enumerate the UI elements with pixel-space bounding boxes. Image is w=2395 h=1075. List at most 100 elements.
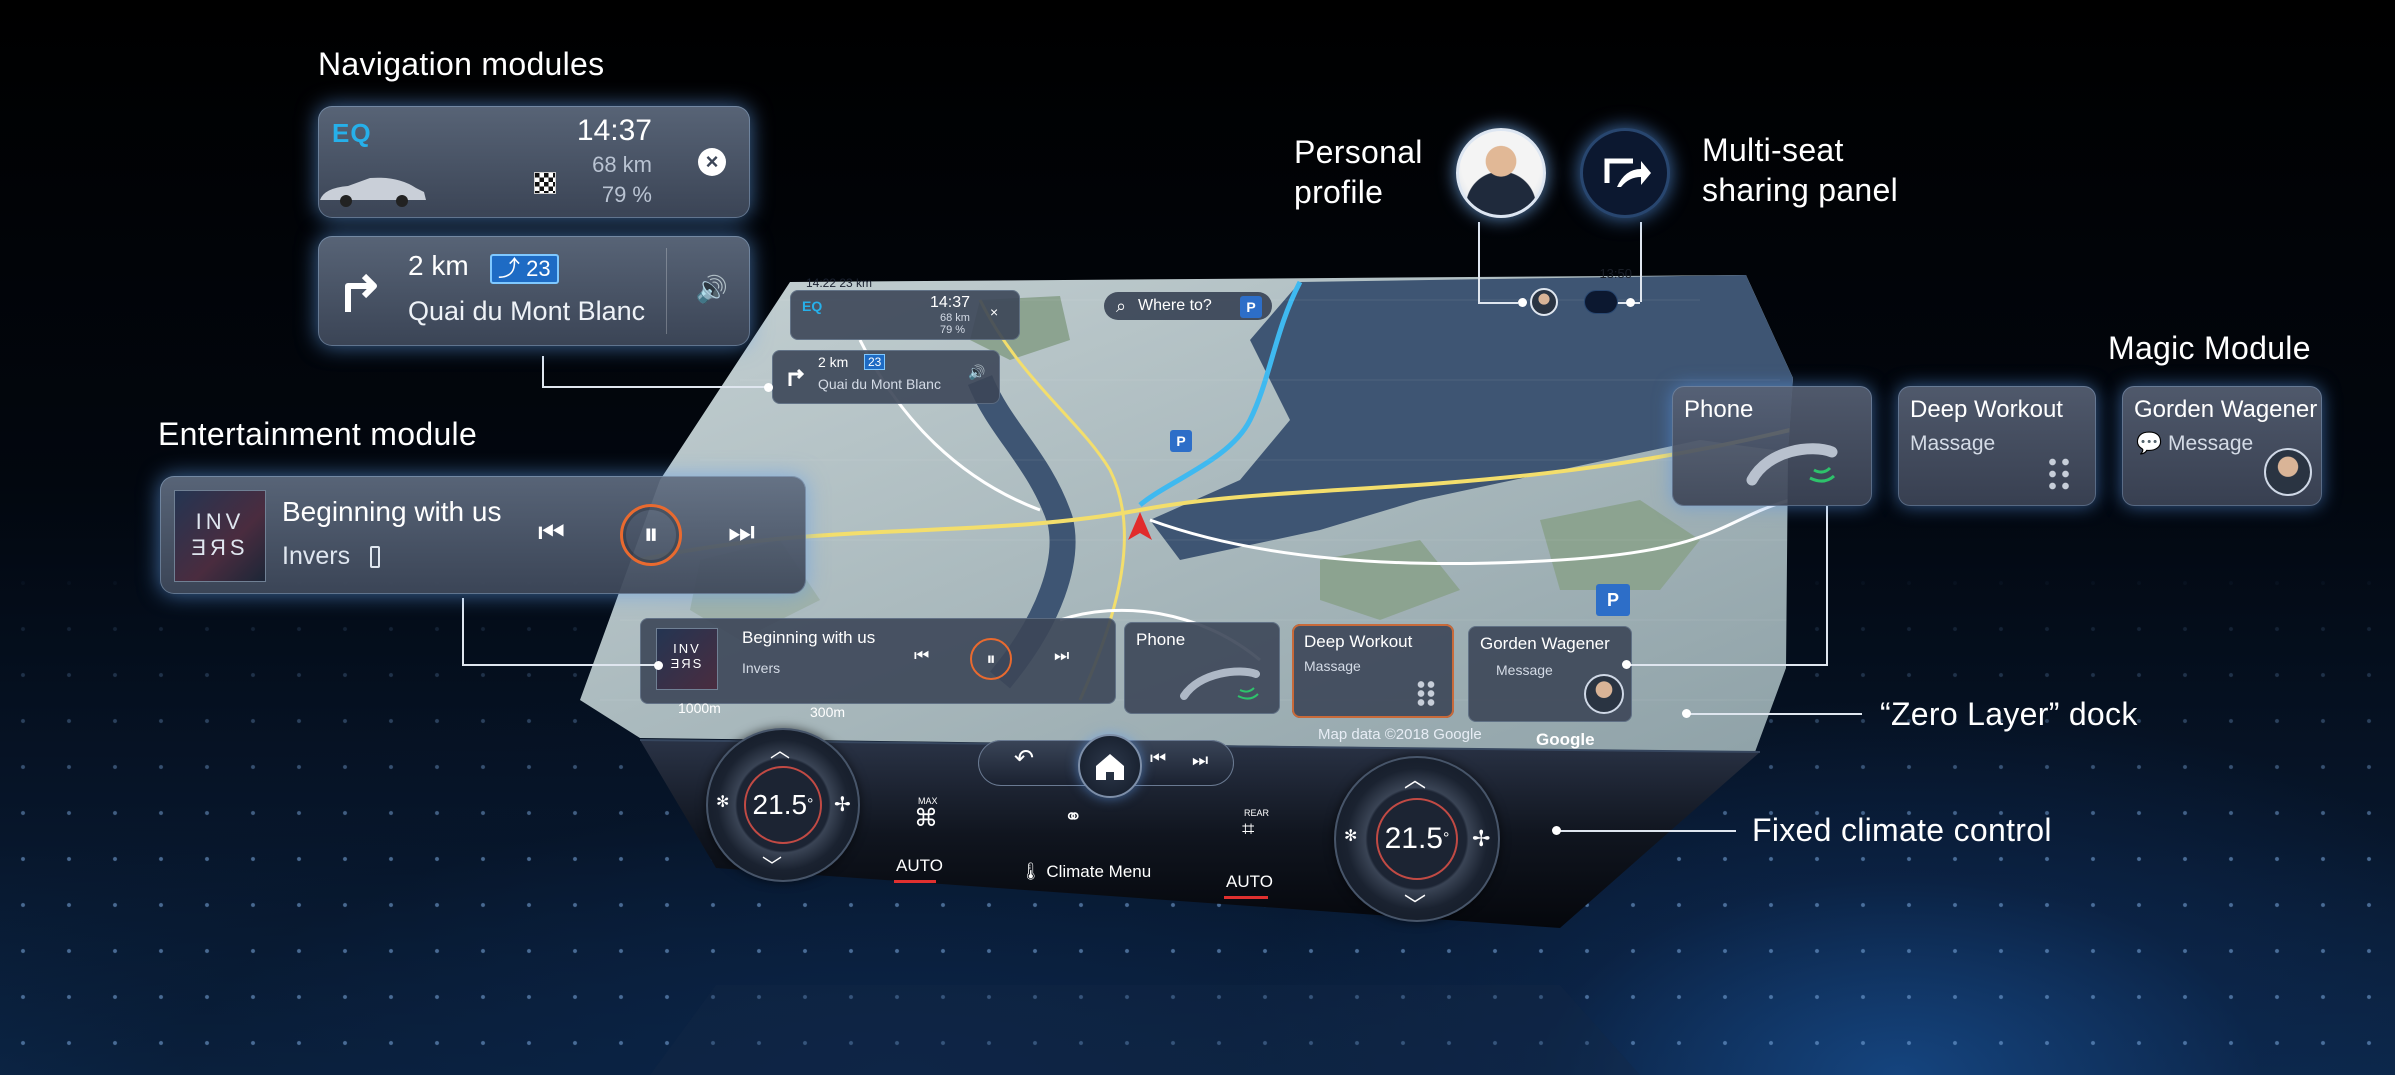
dock-contact-label: Gorden Wagener (1480, 634, 1610, 653)
screen-route-distance: 2 km (818, 354, 849, 370)
callout-entertainment-module: Entertainment module (158, 416, 478, 452)
parking-badge: P (1596, 584, 1630, 616)
temp-up-icon[interactable]: ︿ (1404, 762, 1426, 794)
dock-contact[interactable]: Gorden Wagener Message (1468, 626, 1632, 722)
connector-line (1690, 713, 1862, 715)
left-temp-dial[interactable]: 21.5° ︿ ﹀ ✻ ✢ (706, 728, 860, 882)
grid-dots-icon (2046, 456, 2072, 490)
battery-level: 79 % (601, 182, 652, 207)
message-icon: 💬 (2136, 432, 2168, 455)
screen-nav-time: 14:37 (930, 294, 971, 311)
speaker-icon[interactable]: 🔊 (696, 274, 728, 305)
multi-seat-sharing-button[interactable] (1580, 128, 1670, 218)
eq-logo: EQ (802, 298, 823, 314)
contact-name: Gorden Wagener (2134, 396, 2318, 423)
where-to-label: Where to? (1138, 297, 1212, 314)
nav-route-module[interactable]: 2 km ⤴ 23 Quai du Mont Blanc 🔊 (318, 236, 750, 346)
callout-multi-seat: Multi-seat sharing panel (1702, 130, 1898, 210)
magic-workout-card[interactable]: Deep Workout Massage (1898, 386, 2096, 506)
temp-up-icon[interactable]: ︿ (770, 734, 790, 763)
next-track-icon[interactable]: ⏭ (1192, 750, 1208, 771)
magic-contact-card[interactable]: Gorden Wagener 💬 Message (2122, 386, 2322, 506)
dock-workout-label: Deep Workout (1304, 632, 1413, 651)
degree-sign: ° (807, 796, 814, 813)
dock-entertainment[interactable]: INV ƎЯS Beginning with us Invers ⏮ ⏸ ⏭ (640, 618, 1116, 704)
entertainment-module[interactable]: INV ƎЯS Beginning with us Invers ⏮ ⏸ ⏭ (160, 476, 806, 594)
car-icon (320, 177, 426, 207)
callout-navigation-modules: Navigation modules (318, 46, 605, 82)
left-temp-value: 21.5 (752, 789, 808, 820)
route-street: Quai du Mont Blanc (408, 296, 646, 326)
avatar (2264, 448, 2312, 496)
pause-icon[interactable]: ⏸ (970, 638, 1012, 680)
left-temp-readout: 21.5° (744, 766, 822, 844)
pause-button[interactable]: ⏸ (620, 504, 682, 566)
speaker-icon[interactable]: 🔊 (968, 364, 985, 381)
previous-track-icon[interactable]: ⏮ (538, 516, 565, 550)
back-icon[interactable]: ↶ (1014, 744, 1034, 773)
screen-route-badge: 23 (864, 354, 886, 370)
callout-climate-control: Fixed climate control (1752, 812, 2052, 848)
screen-share-indicator[interactable] (1584, 290, 1618, 314)
right-auto-button[interactable]: AUTO (1226, 872, 1273, 892)
climate-menu-button[interactable]: 🌡 Climate Menu (1020, 862, 1151, 882)
connector-dot (654, 661, 663, 670)
dock-phone[interactable]: Phone (1124, 622, 1280, 714)
parking-badge: P (1170, 430, 1192, 452)
dock-workout-sub: Massage (1304, 658, 1361, 674)
connector-line (1640, 222, 1642, 302)
screen-nav-module[interactable]: EQ 14:37 68 km 79 % × (790, 290, 1020, 340)
map-scale-300: 300m (810, 704, 846, 720)
right-temp-value: 21.5 (1384, 822, 1443, 855)
degree-sign: ° (1442, 830, 1450, 847)
fan-icon[interactable]: ✢ (1472, 826, 1490, 852)
fan-icon[interactable]: ✻ (716, 792, 729, 812)
screen-nav-range: 68 km (940, 312, 970, 324)
previous-track-icon[interactable]: ⏮ (1150, 748, 1166, 769)
temp-down-icon[interactable]: ﹀ (762, 850, 782, 879)
screen-profile-indicator[interactable] (1530, 288, 1558, 316)
car-air-icon[interactable]: ⚭ (1064, 804, 1082, 830)
next-track-icon[interactable]: ⏭ (1054, 646, 1069, 666)
close-icon[interactable]: × (698, 148, 726, 176)
connector-dot (1552, 826, 1561, 835)
left-auto-button[interactable]: AUTO (896, 856, 943, 876)
device-icon (370, 546, 380, 568)
connector-line (542, 356, 544, 386)
eq-logo: EQ (332, 118, 372, 148)
climate-menu-label: Climate Menu (1046, 862, 1152, 881)
phone-label: Phone (1684, 396, 1754, 423)
connector-line (1478, 302, 1518, 304)
defrost-icon[interactable]: ⌘ (914, 804, 938, 833)
callout-magic-module: Magic Module (2108, 330, 2311, 366)
dock-phone-label: Phone (1136, 630, 1186, 649)
dock-workout[interactable]: Deep Workout Massage (1292, 624, 1454, 718)
callout-profile-line: Personal (1294, 134, 1423, 170)
next-track-icon[interactable]: ⏭ (728, 516, 755, 550)
magic-phone-card[interactable]: Phone (1672, 386, 1872, 506)
album-cover-text: ƎЯS (191, 535, 249, 560)
fan-icon[interactable]: ✻ (1344, 826, 1357, 846)
rear-defrost-icon[interactable]: ⌗ (1242, 816, 1254, 842)
screen-route-street: Quai du Mont Blanc (818, 376, 941, 392)
song-title: Beginning with us (282, 496, 502, 527)
nav-status-module[interactable]: EQ 14:37 68 km 79 % × (318, 106, 750, 218)
home-button[interactable] (1078, 734, 1142, 798)
dock-contact-sub: Message (1496, 662, 1553, 678)
previous-track-icon[interactable]: ⏮ (914, 646, 929, 666)
connector-line (1826, 506, 1828, 666)
temp-down-icon[interactable]: ﹀ (1404, 888, 1426, 920)
exit-badge: ⤴ 23 (490, 254, 559, 284)
right-auto-indicator (1224, 896, 1268, 899)
parking-badge: P (1240, 296, 1262, 318)
screen-route-module[interactable]: 2 km 23 Quai du Mont Blanc 🔊 (772, 350, 1000, 404)
personal-profile-avatar[interactable] (1456, 128, 1546, 218)
close-icon[interactable]: × (990, 304, 998, 320)
right-temp-dial[interactable]: 21.5° ︿ ﹀ ✻ ✢ (1334, 756, 1500, 922)
map-scale-1000: 1000m (678, 700, 721, 716)
fan-icon[interactable]: ✢ (834, 792, 851, 817)
screen-nav-pct: 79 % (940, 324, 966, 336)
right-temp-readout: 21.5° (1376, 798, 1458, 880)
dock-artist: Invers (742, 660, 781, 676)
dock-cover-text: ƎЯS (670, 656, 704, 671)
